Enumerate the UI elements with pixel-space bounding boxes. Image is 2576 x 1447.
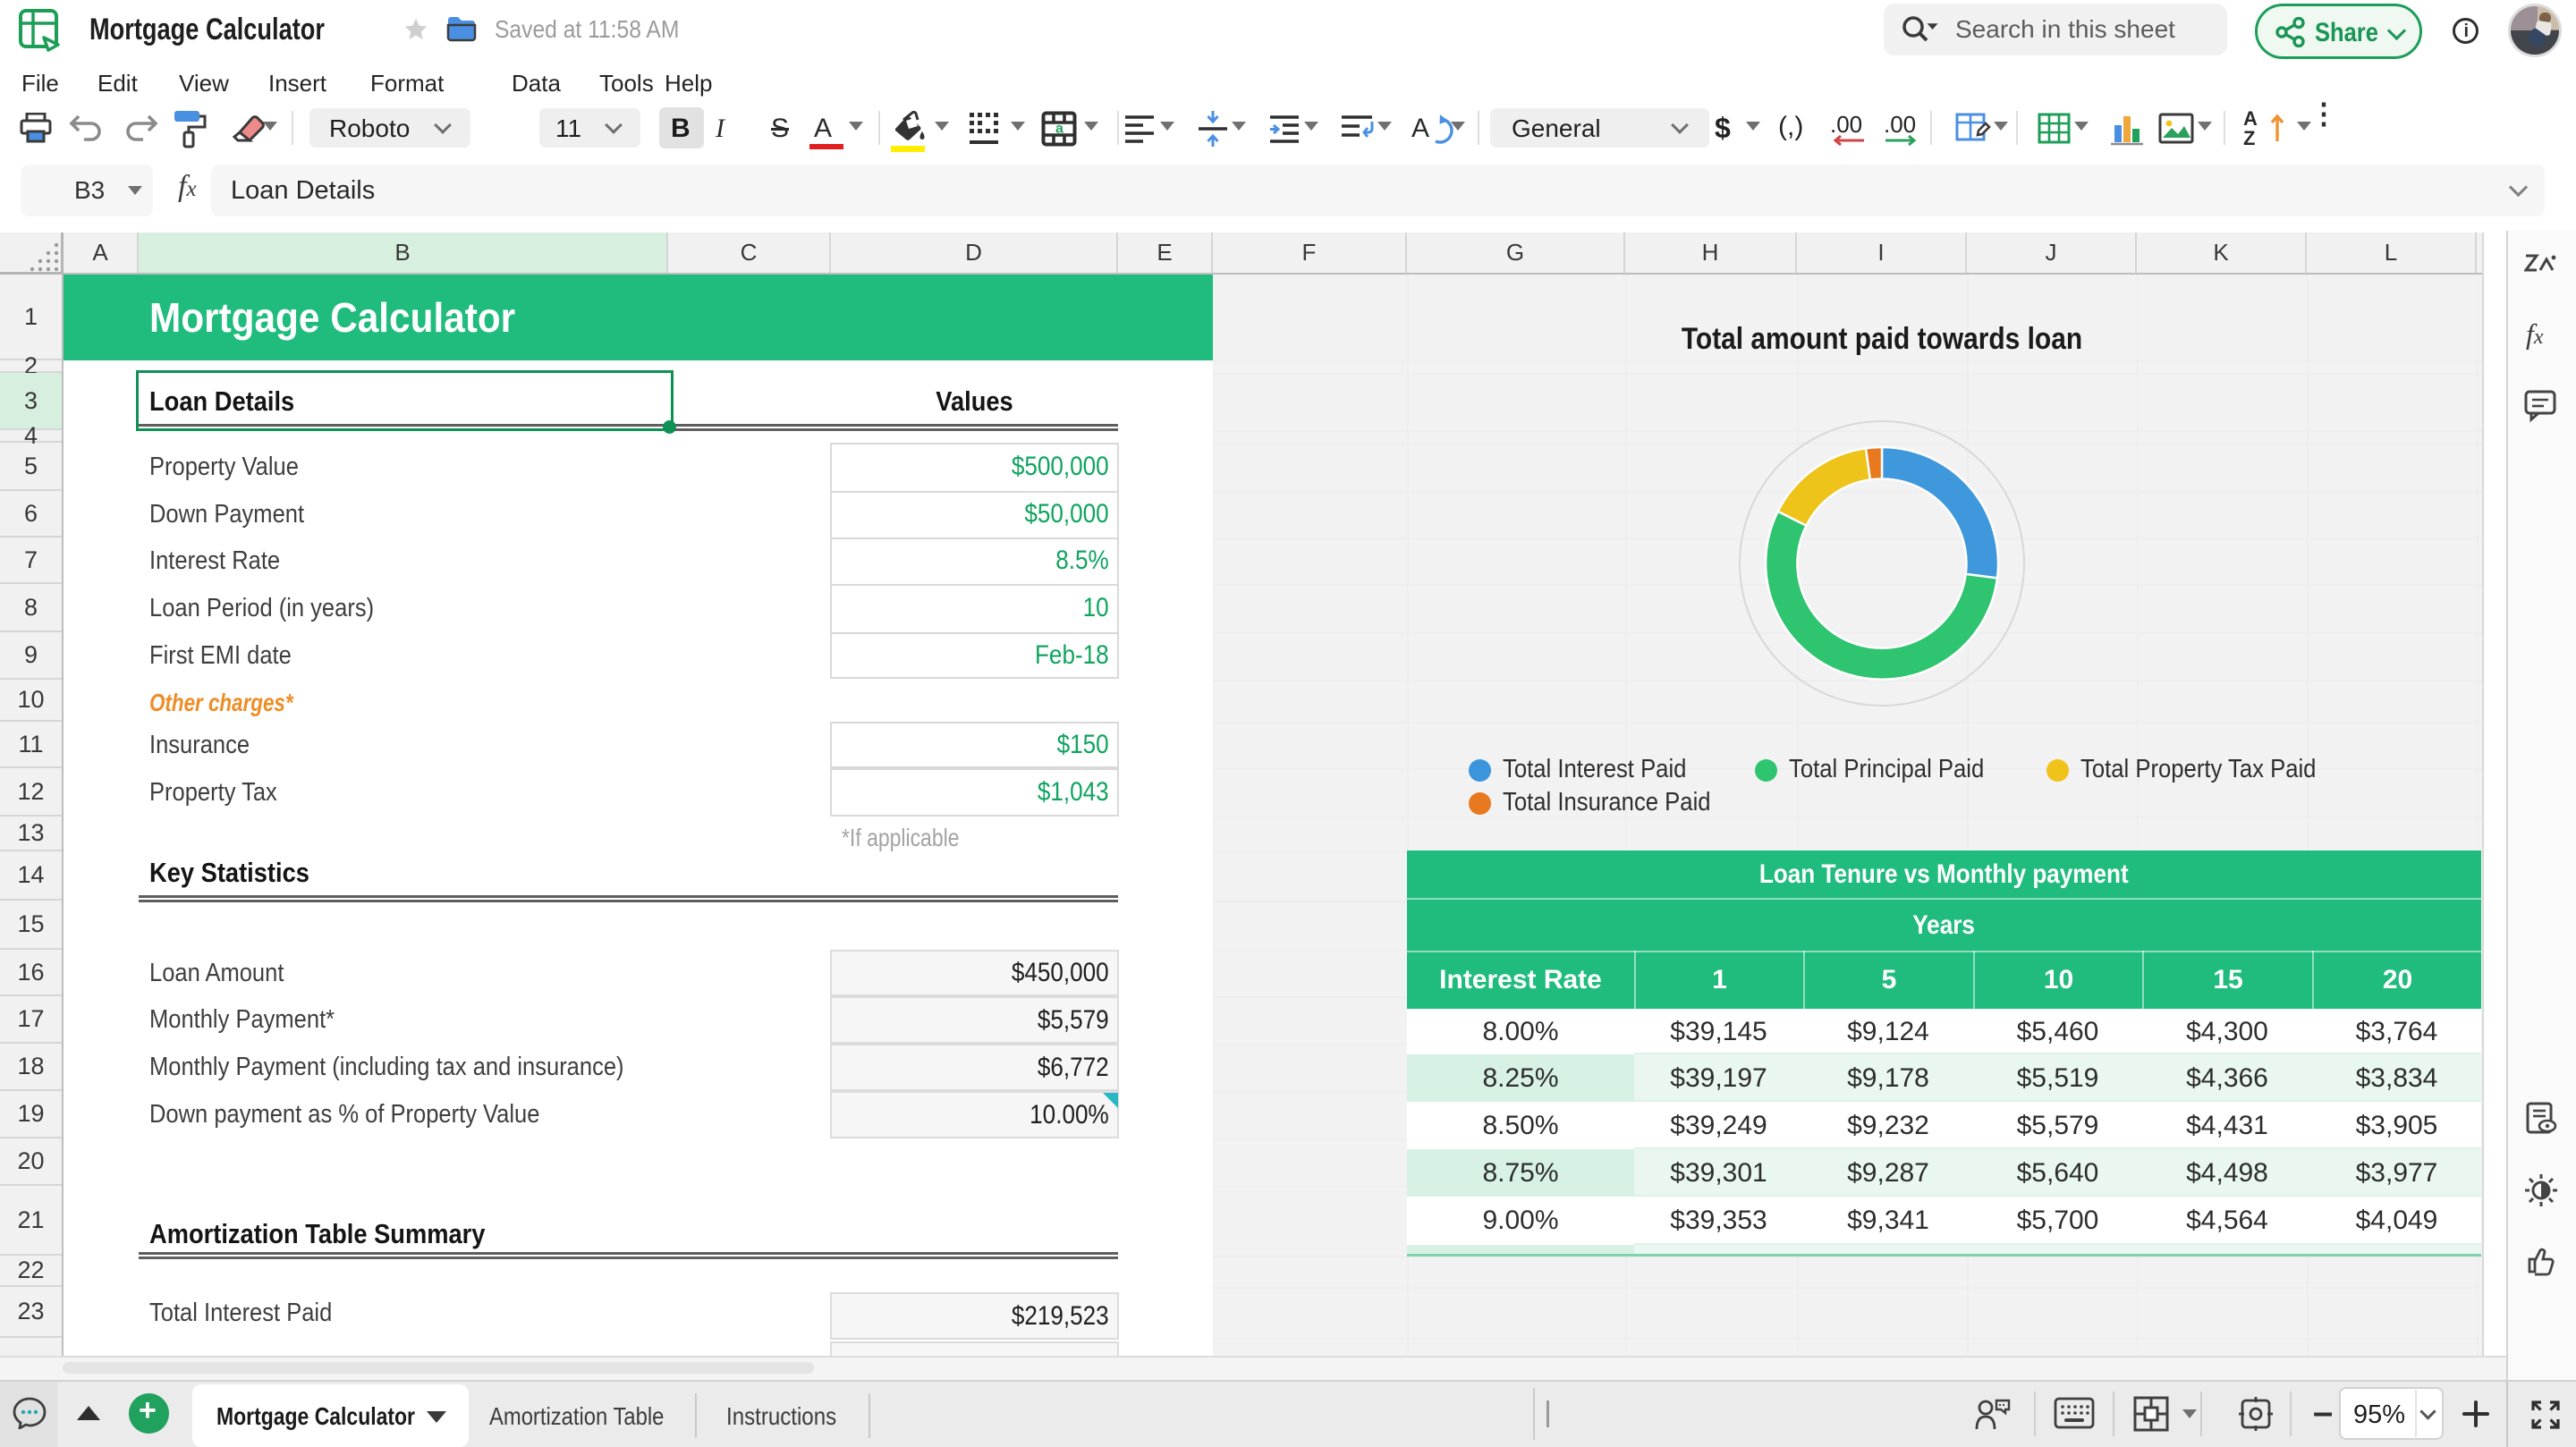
svg-text:a: a [1055, 122, 1063, 137]
